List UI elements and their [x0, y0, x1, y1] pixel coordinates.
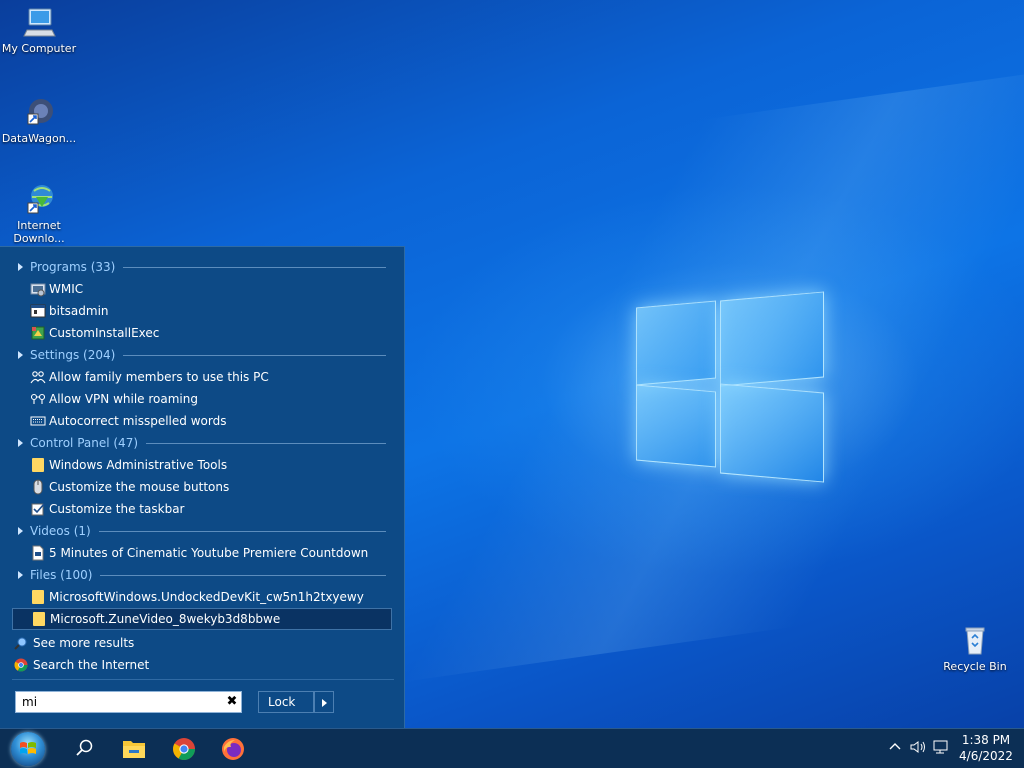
chrome-icon	[14, 658, 28, 672]
volume-icon[interactable]	[910, 740, 928, 757]
taskbar: 1:38 PM 4/6/2022	[0, 728, 1024, 768]
result-item-mouse-buttons[interactable]: Customize the mouse buttons	[12, 476, 392, 498]
result-item-label: Customize the mouse buttons	[49, 480, 230, 494]
firefox-icon[interactable]	[215, 733, 251, 765]
lock-button[interactable]: Lock	[258, 691, 314, 713]
desktop-icon-datawagon[interactable]: DataWagon...	[0, 96, 79, 145]
taskbar-settings-icon	[30, 501, 46, 517]
group-header-settings[interactable]: Settings (204)	[12, 344, 392, 366]
result-item-custominstallexec[interactable]: CustomInstallExec	[12, 322, 392, 344]
bitsadmin-icon	[30, 303, 46, 319]
result-item-admin-tools[interactable]: Windows Administrative Tools	[12, 454, 392, 476]
file-explorer-icon[interactable]	[116, 733, 152, 765]
group-divider	[123, 354, 386, 356]
group-header-label: Control Panel (47)	[30, 436, 139, 450]
keyboard-icon	[30, 413, 46, 429]
start-search-input[interactable]	[15, 691, 242, 713]
group-header-files[interactable]: Files (100)	[12, 564, 392, 586]
mouse-icon	[30, 479, 46, 495]
family-people-icon	[30, 369, 46, 385]
start-menu-panel: Programs (33) WMIC bitsadmin CustomInsta…	[0, 246, 405, 729]
result-item-label: WMIC	[49, 282, 84, 296]
panel-separator	[12, 679, 394, 680]
search-row: ✖ Lock	[15, 691, 395, 715]
windows-logo-wallpaper	[636, 290, 824, 483]
vpn-icon	[30, 391, 46, 407]
network-icon[interactable]	[932, 739, 950, 758]
group-divider	[98, 530, 386, 532]
power-options-arrow-button[interactable]	[314, 691, 334, 713]
group-header-label: Settings (204)	[30, 348, 116, 362]
result-item-label: MicrosoftWindows.UndockedDevKit_cw5n1h2t…	[49, 590, 364, 604]
start-orb[interactable]	[11, 732, 45, 766]
result-item-bitsadmin[interactable]: bitsadmin	[12, 300, 392, 322]
expand-triangle-icon	[18, 351, 23, 359]
group-header-label: Videos (1)	[30, 524, 91, 538]
result-item-label: Allow VPN while roaming	[49, 392, 198, 406]
result-item-label: Allow family members to use this PC	[49, 370, 269, 384]
group-divider	[123, 266, 386, 268]
clear-search-icon[interactable]: ✖	[224, 694, 240, 710]
custominstallexec-icon	[30, 325, 46, 341]
result-item-zunevideo[interactable]: Microsoft.ZuneVideo_8wekyb3d8bbwe	[12, 608, 392, 630]
result-item-autocorrect[interactable]: Autocorrect misspelled words	[12, 410, 392, 432]
desktop-icon-recycle-bin[interactable]: Recycle Bin	[935, 624, 1015, 673]
group-divider	[100, 574, 386, 576]
desktop-icon-label: Recycle Bin	[943, 660, 1007, 673]
group-header-label: Files (100)	[30, 568, 93, 582]
video-file-icon	[30, 545, 46, 561]
datawagon-icon	[22, 96, 56, 130]
group-divider	[146, 442, 386, 444]
taskbar-search-icon[interactable]	[66, 733, 102, 765]
clock-date: 4/6/2022	[959, 749, 1013, 763]
desktop-icon-internet-download-manager[interactable]: Internet Downlo...	[0, 183, 79, 245]
wmic-icon	[30, 281, 46, 297]
desktop-icon-label: My Computer	[1, 42, 77, 55]
result-item-label: CustomInstallExec	[49, 326, 160, 340]
folder-icon	[33, 612, 45, 626]
result-item-label: Microsoft.ZuneVideo_8wekyb3d8bbwe	[50, 612, 281, 626]
result-item-label: Windows Administrative Tools	[49, 458, 228, 472]
system-tray	[884, 729, 948, 768]
result-item-label: Customize the taskbar	[49, 502, 185, 516]
expand-triangle-icon	[18, 527, 23, 535]
result-item-vpn-roaming[interactable]: Allow VPN while roaming	[12, 388, 392, 410]
desktop-icon-my-computer[interactable]: My Computer	[0, 6, 79, 55]
result-item-video[interactable]: 5 Minutes of Cinematic Youtube Premiere …	[12, 542, 392, 564]
desktop-icon-label: Internet Downlo...	[13, 219, 65, 245]
folder-icon	[32, 590, 44, 604]
show-hidden-icons-chevron-icon[interactable]	[888, 740, 902, 757]
search-internet-label: Search the Internet	[33, 658, 150, 672]
recycle-bin-icon	[958, 624, 992, 658]
result-item-label: 5 Minutes of Cinematic Youtube Premiere …	[49, 546, 369, 560]
result-item-wmic[interactable]: WMIC	[12, 278, 392, 300]
internet-download-manager-icon	[22, 183, 56, 217]
result-item-label: bitsadmin	[49, 304, 109, 318]
search-internet-link[interactable]: Search the Internet	[12, 654, 392, 676]
clock-time: 1:38 PM	[961, 733, 1011, 747]
expand-triangle-icon	[18, 263, 23, 271]
see-more-label: See more results	[33, 636, 135, 650]
result-item-taskbar[interactable]: Customize the taskbar	[12, 498, 392, 520]
search-magnifier-icon	[14, 636, 28, 650]
group-header-videos[interactable]: Videos (1)	[12, 520, 392, 542]
search-results: Programs (33) WMIC bitsadmin CustomInsta…	[12, 256, 392, 676]
group-header-programs[interactable]: Programs (33)	[12, 256, 392, 278]
desktop-icon-label: DataWagon...	[1, 132, 77, 145]
taskbar-clock[interactable]: 1:38 PM 4/6/2022	[950, 732, 1022, 764]
expand-triangle-icon	[18, 439, 23, 447]
result-item-family-members[interactable]: Allow family members to use this PC	[12, 366, 392, 388]
result-item-undockeddevkit[interactable]: MicrosoftWindows.UndockedDevKit_cw5n1h2t…	[12, 586, 392, 608]
expand-triangle-icon	[18, 571, 23, 579]
group-header-control-panel[interactable]: Control Panel (47)	[12, 432, 392, 454]
result-item-label: Autocorrect misspelled words	[49, 414, 227, 428]
computer-icon	[22, 6, 56, 40]
see-more-results-link[interactable]: See more results	[12, 632, 392, 654]
folder-icon	[32, 458, 44, 472]
chrome-icon[interactable]	[166, 733, 202, 765]
group-header-label: Programs (33)	[30, 260, 116, 274]
